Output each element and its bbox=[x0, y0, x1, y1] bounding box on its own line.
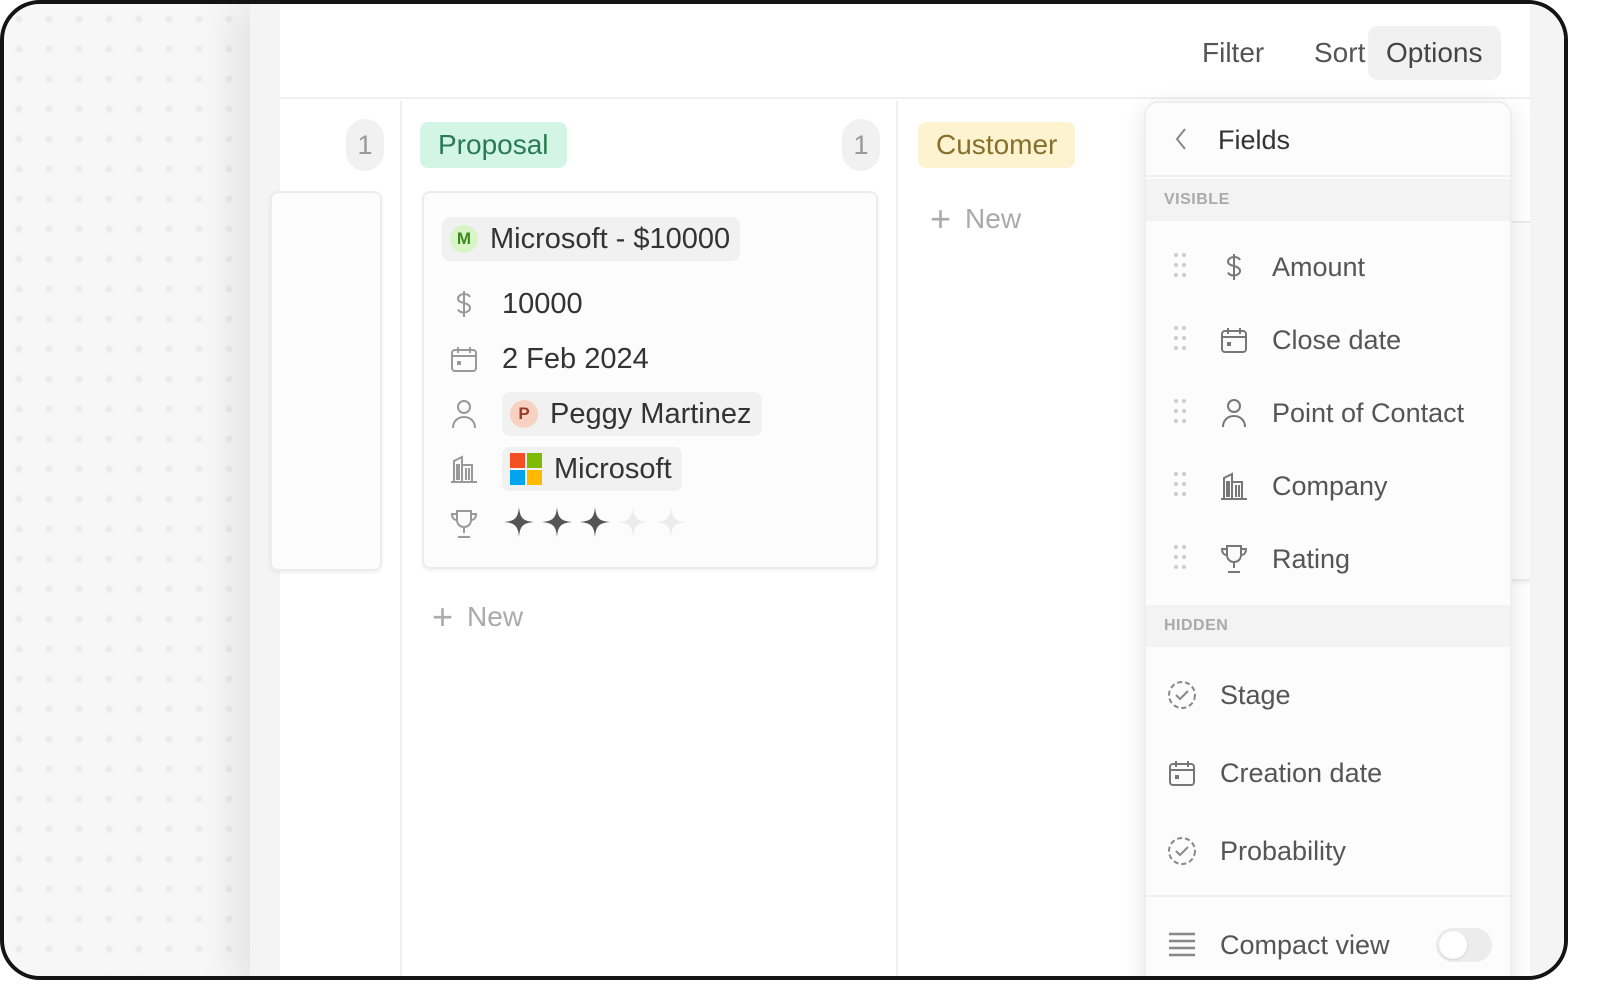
view-toolbar: Filter Sort Options bbox=[280, 4, 1530, 99]
company-avatar: M bbox=[450, 225, 478, 253]
contact-avatar: P bbox=[510, 400, 538, 428]
record-card[interactable]: M Microsoft - $10000 10000 2 Feb 2024 P … bbox=[422, 191, 878, 569]
filter-button[interactable]: Filter bbox=[1184, 26, 1282, 80]
compact-view-row[interactable]: Compact view bbox=[1146, 913, 1510, 976]
field-label: Amount bbox=[1272, 251, 1366, 282]
board-column: 1 bbox=[270, 101, 402, 976]
field-amount[interactable]: 10000 bbox=[448, 281, 583, 327]
visible-field-row[interactable]: Rating bbox=[1146, 527, 1510, 591]
panel-title: Fields bbox=[1218, 125, 1291, 155]
trophy-icon bbox=[1218, 543, 1250, 575]
star-filled-icon[interactable] bbox=[540, 505, 574, 544]
field-label: Probability bbox=[1220, 835, 1347, 866]
drag-handle-icon[interactable] bbox=[1172, 397, 1192, 430]
close-date-value: 2 Feb 2024 bbox=[502, 342, 649, 375]
column-count: 1 bbox=[346, 119, 384, 171]
microsoft-logo-icon bbox=[510, 453, 542, 485]
compact-view-label: Compact view bbox=[1220, 929, 1390, 960]
hidden-section-header: HIDDEN bbox=[1146, 605, 1510, 647]
visible-field-row[interactable]: Close date bbox=[1146, 308, 1510, 372]
hidden-field-row[interactable]: Probability bbox=[1146, 819, 1510, 883]
dollar-icon bbox=[448, 288, 480, 320]
record-title: Microsoft - $10000 bbox=[490, 222, 731, 255]
visible-field-row[interactable]: Amount bbox=[1146, 235, 1510, 299]
field-label: Stage bbox=[1220, 679, 1291, 710]
add-record-button[interactable]: + New bbox=[930, 201, 1021, 237]
field-label: Company bbox=[1272, 470, 1388, 501]
stage-tag[interactable]: Proposal bbox=[420, 122, 567, 168]
column-header: Proposal bbox=[420, 122, 880, 168]
calendar-icon bbox=[1218, 324, 1250, 356]
drag-handle-icon[interactable] bbox=[1172, 470, 1192, 503]
add-record-button[interactable]: + New bbox=[432, 599, 523, 635]
field-point-of-contact[interactable]: P Peggy Martinez bbox=[448, 391, 762, 437]
field-rating[interactable] bbox=[448, 501, 688, 547]
screen-frame: Filter Sort Options 1 Proposal 1 M Micro… bbox=[0, 0, 1568, 980]
field-close-date[interactable]: 2 Feb 2024 bbox=[448, 336, 649, 382]
stage-tag[interactable]: Customer bbox=[918, 122, 1076, 168]
visible-section-header: VISIBLE bbox=[1146, 179, 1510, 221]
drag-handle-icon[interactable] bbox=[1172, 251, 1192, 284]
dollar-icon bbox=[1218, 251, 1250, 283]
compact-view-toggle[interactable] bbox=[1436, 928, 1492, 962]
plus-icon: + bbox=[930, 198, 952, 239]
fields-panel: Fields VISIBLE Amount Close date Point of … bbox=[1144, 101, 1512, 976]
field-label: Creation date bbox=[1220, 757, 1383, 788]
person-icon bbox=[448, 398, 480, 430]
building-icon bbox=[1218, 470, 1250, 502]
trophy-icon bbox=[448, 508, 480, 540]
contact-chip[interactable]: P Peggy Martinez bbox=[502, 392, 762, 436]
drag-handle-icon[interactable] bbox=[1172, 543, 1192, 576]
calendar-icon bbox=[448, 343, 480, 375]
field-company[interactable]: Microsoft bbox=[448, 446, 682, 492]
field-label: Rating bbox=[1272, 543, 1351, 574]
add-record-label: New bbox=[467, 601, 524, 632]
calendar-icon bbox=[1166, 757, 1198, 789]
star-empty-icon[interactable] bbox=[616, 505, 650, 544]
field-label: Close date bbox=[1272, 324, 1402, 355]
contact-name: Peggy Martinez bbox=[550, 397, 752, 430]
add-record-label: New bbox=[965, 203, 1022, 234]
hidden-field-row[interactable]: Creation date bbox=[1146, 741, 1510, 805]
star-empty-icon[interactable] bbox=[654, 505, 688, 544]
building-icon bbox=[448, 453, 480, 485]
column-count: 1 bbox=[842, 119, 880, 171]
visible-field-row[interactable]: Point of Contact bbox=[1146, 381, 1510, 445]
amount-value: 10000 bbox=[502, 287, 583, 320]
panel-header: Fields bbox=[1146, 103, 1510, 177]
person-icon bbox=[1218, 397, 1250, 429]
drag-handle-icon[interactable] bbox=[1172, 324, 1192, 357]
rating-stars[interactable] bbox=[502, 505, 688, 544]
record-card[interactable] bbox=[270, 191, 382, 571]
options-button[interactable]: Options bbox=[1368, 26, 1501, 80]
plus-icon: + bbox=[432, 596, 454, 637]
field-label: Point of Contact bbox=[1272, 397, 1465, 428]
record-title-chip[interactable]: M Microsoft - $10000 bbox=[442, 217, 741, 261]
visible-field-row[interactable]: Company bbox=[1146, 454, 1510, 518]
company-name: Microsoft bbox=[554, 452, 672, 485]
dashed-check-circle-icon bbox=[1166, 835, 1198, 867]
scroll-edge bbox=[1530, 4, 1564, 976]
list-lines-icon bbox=[1166, 929, 1198, 961]
divider bbox=[1146, 895, 1510, 897]
company-chip[interactable]: Microsoft bbox=[502, 447, 682, 491]
hidden-field-row[interactable]: Stage bbox=[1146, 663, 1510, 727]
board-column-proposal: Proposal 1 M Microsoft - $10000 10000 2 … bbox=[402, 101, 898, 976]
star-filled-icon[interactable] bbox=[502, 505, 536, 544]
star-filled-icon[interactable] bbox=[578, 505, 612, 544]
chevron-left-icon[interactable] bbox=[1172, 123, 1190, 160]
dashed-check-circle-icon bbox=[1166, 679, 1198, 711]
